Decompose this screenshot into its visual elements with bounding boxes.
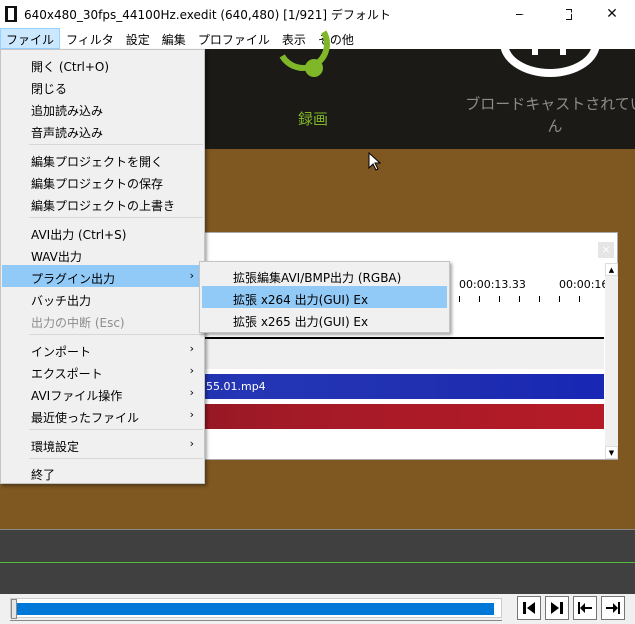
ruler-tick — [579, 296, 580, 302]
menu-edit[interactable]: 編集 — [156, 28, 192, 49]
menu-item-append-load[interactable]: 追加読み込み — [2, 97, 204, 119]
scroll-up-icon[interactable]: ▲ — [605, 263, 618, 276]
close-button[interactable]: ✕ — [589, 0, 635, 28]
menu-profile[interactable]: プロファイル — [192, 28, 276, 49]
divider — [0, 529, 635, 530]
menu-separator — [29, 334, 203, 335]
menu-item-open-project[interactable]: 編集プロジェクトを開く — [2, 148, 204, 170]
last-frame-icon — [606, 602, 620, 614]
menu-item-label: インポート — [31, 345, 92, 359]
submenu-item-x265-output[interactable]: 拡張 x265 出力(GUI) Ex — [202, 308, 447, 330]
broadcast-logo-icon — [500, 9, 600, 77]
menu-settings[interactable]: 設定 — [120, 28, 156, 49]
menu-item-abort-output: 出力の中断 (Esc) — [31, 316, 125, 330]
menu-item-avi-file-ops[interactable]: AVIファイル操作 › — [2, 382, 204, 404]
submenu-item-avi-bmp-output[interactable]: 拡張編集AVI/BMP出力 (RGBA) — [202, 264, 447, 286]
submenu-item-x264-output[interactable]: 拡張 x264 出力(GUI) Ex — [202, 286, 447, 308]
submenu-arrow-icon: › — [189, 408, 194, 421]
timeline-close-button[interactable]: × — [598, 242, 614, 258]
menu-item-wav-output[interactable]: WAV出力 — [2, 243, 204, 265]
submenu-arrow-icon: › — [189, 386, 194, 399]
divider — [0, 562, 635, 563]
menu-item-label: 環境設定 — [31, 440, 80, 454]
menu-separator — [29, 217, 203, 218]
next-frame-button[interactable] — [545, 596, 569, 620]
submenu-arrow-icon: › — [189, 364, 194, 377]
menu-separator — [29, 429, 203, 430]
seek-progress — [13, 603, 494, 615]
prev-frame-icon — [523, 602, 535, 614]
app-icon — [5, 6, 17, 22]
menu-item-preferences[interactable]: 環境設定 › — [2, 433, 204, 455]
record-dot-icon — [305, 59, 323, 77]
ruler-tick — [519, 296, 520, 302]
record-label: 録画 — [298, 110, 329, 128]
menu-item-exit[interactable]: 終了 — [2, 461, 204, 483]
plugin-output-submenu: 拡張編集AVI/BMP出力 (RGBA) 拡張 x264 出力(GUI) Ex … — [199, 261, 450, 333]
menu-item-batch-output[interactable]: バッチ出力 — [2, 287, 204, 309]
time-marker: 00:00:13.33 — [459, 278, 526, 291]
seek-handle[interactable] — [11, 599, 17, 619]
mouse-cursor-icon — [368, 152, 382, 171]
menu-item-plugin-output[interactable]: プラグイン出力 › — [2, 265, 204, 287]
first-frame-button[interactable] — [573, 596, 597, 620]
menu-item-label: AVIファイル操作 — [31, 389, 123, 403]
bottom-panel — [0, 529, 635, 594]
ruler-tick — [459, 296, 460, 302]
menu-item-export[interactable]: エクスポート › — [2, 360, 204, 382]
seek-scale — [10, 620, 502, 624]
time-marker: 00:00:16 — [559, 278, 609, 291]
menu-item-label: 最近使ったファイル — [31, 411, 140, 425]
submenu-arrow-icon: › — [189, 269, 194, 282]
last-frame-button[interactable] — [601, 596, 625, 620]
menu-item-close[interactable]: 閉じる — [2, 75, 204, 97]
menu-separator — [29, 458, 203, 459]
ruler-tick — [479, 296, 480, 302]
menu-item-import[interactable]: インポート › — [2, 338, 204, 360]
menu-item-avi-output[interactable]: AVI出力 (Ctrl+S) — [2, 221, 204, 243]
broadcast-label-line2: ん — [547, 117, 563, 135]
broadcast-label-line1: ブロードキャストされてい — [465, 95, 635, 113]
menu-item-label: プラグイン出力 — [31, 272, 116, 286]
menu-item-label: エクスポート — [31, 367, 103, 381]
submenu-arrow-icon: › — [189, 342, 194, 355]
clip-label: 55.01.mp4 — [206, 380, 266, 393]
window-title: 640x480_30fps_44100Hz.exedit (640,480) [… — [24, 8, 391, 22]
playback-controls — [0, 594, 635, 624]
ruler-tick — [539, 296, 540, 302]
menu-file[interactable]: ファイル — [0, 28, 61, 49]
submenu-arrow-icon: › — [189, 437, 194, 450]
ruler-tick — [559, 296, 560, 302]
next-frame-icon — [551, 602, 563, 614]
ruler-tick — [499, 296, 500, 302]
timeline-scrollbar[interactable]: ▲ ▼ — [605, 263, 618, 459]
file-menu-dropdown: 開く (Ctrl+O) 閉じる 追加読み込み 音声読み込み 編集プロジェクトを開… — [0, 49, 205, 484]
scroll-down-icon[interactable]: ▼ — [605, 446, 618, 459]
first-frame-icon — [578, 602, 592, 614]
menu-item-save-project[interactable]: 編集プロジェクトの保存 — [2, 170, 204, 192]
menu-item-audio-load[interactable]: 音声読み込み — [2, 119, 204, 141]
seek-bar[interactable] — [10, 598, 502, 619]
menu-item-open[interactable]: 開く (Ctrl+O) — [2, 53, 204, 75]
menu-item-recent-files[interactable]: 最近使ったファイル › — [2, 404, 204, 426]
broadcast-label: ブロードキャストされてい ん — [430, 93, 635, 137]
menu-item-overwrite-project[interactable]: 編集プロジェクトの上書き — [2, 192, 204, 214]
prev-frame-button[interactable] — [517, 596, 541, 620]
menu-separator — [29, 144, 203, 145]
menu-filter[interactable]: フィルタ — [60, 28, 120, 49]
